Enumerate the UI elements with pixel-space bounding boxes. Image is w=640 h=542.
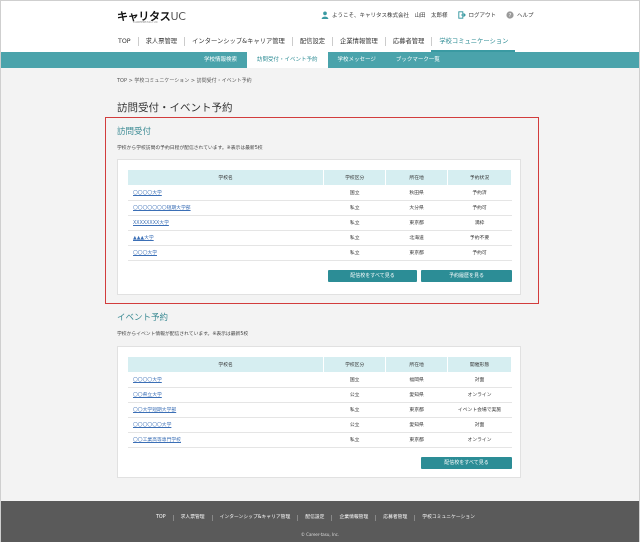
footer-link-school-communication[interactable]: 学校コミュニケーション xyxy=(414,515,482,521)
logout-button[interactable]: ログアウト xyxy=(457,11,496,19)
table-row: 〇〇〇〇大学 国立 福岡県 対面 xyxy=(128,372,512,388)
sub-nav-bookmarks[interactable]: ブックマーク一覧 xyxy=(386,52,450,68)
column-header: 所在地 xyxy=(385,357,449,372)
school-location: 愛知県 xyxy=(385,417,448,433)
footer-link-internship[interactable]: インターンシップ&キャリア管理 xyxy=(211,515,298,521)
help-button[interactable]: ? ヘルプ xyxy=(506,11,534,19)
help-icon: ? xyxy=(506,11,514,19)
main-nav-job[interactable]: 求人票管理 xyxy=(137,36,184,46)
school-link[interactable]: 〇〇県立大学 xyxy=(128,387,324,403)
school-link[interactable]: 〇〇〇〇大学 xyxy=(128,372,324,388)
school-type: 公立 xyxy=(323,417,386,433)
school-link[interactable]: 〇〇〇〇〇〇大学 xyxy=(128,417,324,433)
school-type: 私立 xyxy=(323,432,386,448)
event-format: オンライン xyxy=(447,432,512,448)
svg-text:?: ? xyxy=(509,13,512,19)
event-title: イベント予約 xyxy=(117,313,169,323)
main-nav-internship[interactable]: インターンシップ&キャリア管理 xyxy=(184,36,292,46)
event-format: イベント会場で実施 xyxy=(447,402,512,418)
table-row: 〇〇〇〇〇〇大学 公立 愛知県 対面 xyxy=(128,417,512,433)
school-location: 福岡県 xyxy=(385,372,448,388)
table-header-row: 学校名 学校区分 所在地 開催形態 xyxy=(128,357,512,372)
school-type: 私立 xyxy=(323,402,386,418)
table-row: 〇〇工業高等専門学校 私立 東京都 オンライン xyxy=(128,432,512,448)
welcome-text: ようこそ、キャリタス株式会社 山田 太郎様 xyxy=(332,13,448,19)
breadcrumb: TOP > 学校コミュニケーション > 訪問受付・イベント予約 xyxy=(117,78,252,84)
main-nav: TOP 求人票管理 インターンシップ&キャリア管理 配信設定 企業情報管理 応募… xyxy=(111,34,515,52)
event-description: 学校からイベント情報が配信されています。※表示は最新5校 xyxy=(117,332,249,337)
event-format: 対面 xyxy=(447,417,512,433)
footer-link-company[interactable]: 企業情報管理 xyxy=(331,515,375,521)
column-header: 開催形態 xyxy=(447,357,512,372)
footer-link-applicant[interactable]: 応募者管理 xyxy=(375,515,414,521)
school-type: 公立 xyxy=(323,387,386,403)
event-table: 学校名 学校区分 所在地 開催形態 〇〇〇〇大学 国立 福岡県 対面 〇〇県立大学 公立… xyxy=(128,357,512,448)
main-nav-delivery[interactable]: 配信設定 xyxy=(291,36,332,46)
user-bar: ようこそ、キャリタス株式会社 山田 太郎様 ログアウト ? ヘルプ xyxy=(321,11,534,19)
main-nav-applicant[interactable]: 応募者管理 xyxy=(384,36,431,46)
main-nav-school-communication[interactable]: 学校コミュニケーション xyxy=(431,36,515,46)
sub-nav: 学校情報検索 訪問受付・イベント予約 学校メッセージ ブックマーク一覧 xyxy=(1,52,639,68)
table-row: 〇〇大学短期大学部 私立 東京都 イベント会場で実施 xyxy=(128,402,512,418)
sub-nav-visit-event[interactable]: 訪問受付・イベント予約 xyxy=(247,52,328,68)
footer-link-top[interactable]: TOP xyxy=(149,515,173,521)
table-row: 〇〇県立大学 公立 愛知県 オンライン xyxy=(128,387,512,403)
page: キャリタスUC CAREERTASU UC ようこそ、キャリタス株式会社 山田 … xyxy=(0,0,640,542)
column-header: 学校区分 xyxy=(323,357,387,372)
school-location: 愛知県 xyxy=(385,387,448,403)
logout-icon xyxy=(457,11,466,19)
main-nav-company[interactable]: 企業情報管理 xyxy=(332,36,385,46)
copyright: © Career-tasu, Inc. xyxy=(300,532,340,537)
footer: TOP 求人票管理 インターンシップ&キャリア管理 配信設定 企業情報管理 応募… xyxy=(1,501,639,542)
header: キャリタスUC CAREERTASU UC ようこそ、キャリタス株式会社 山田 … xyxy=(1,1,639,52)
highlight-frame xyxy=(105,117,539,304)
school-link[interactable]: 〇〇大学短期大学部 xyxy=(128,402,324,418)
school-location: 東京都 xyxy=(385,432,448,448)
user-icon xyxy=(321,11,329,19)
event-view-all-button[interactable]: 配信校をすべて見る xyxy=(421,457,512,469)
main-nav-top[interactable]: TOP xyxy=(111,37,138,46)
footer-link-job[interactable]: 求人票管理 xyxy=(172,515,212,521)
footer-link-delivery[interactable]: 配信設定 xyxy=(297,515,331,521)
logo-subtext: CAREERTASU UC xyxy=(133,20,158,24)
event-format: オンライン xyxy=(447,387,512,403)
page-title: 訪問受付・イベント予約 xyxy=(117,102,233,114)
column-header: 学校名 xyxy=(128,357,325,372)
sub-nav-school-message[interactable]: 学校メッセージ xyxy=(328,52,386,68)
event-section: イベント予約 学校からイベント情報が配信されています。※表示は最新5校 xyxy=(117,311,521,337)
sub-nav-school-search[interactable]: 学校情報検索 xyxy=(194,52,247,68)
school-location: 東京都 xyxy=(385,402,448,418)
footer-nav: TOP 求人票管理 インターンシップ&キャリア管理 配信設定 企業情報管理 応募… xyxy=(149,515,482,521)
school-link[interactable]: 〇〇工業高等専門学校 xyxy=(128,432,324,448)
event-format: 対面 xyxy=(447,372,512,388)
school-type: 国立 xyxy=(323,372,386,388)
